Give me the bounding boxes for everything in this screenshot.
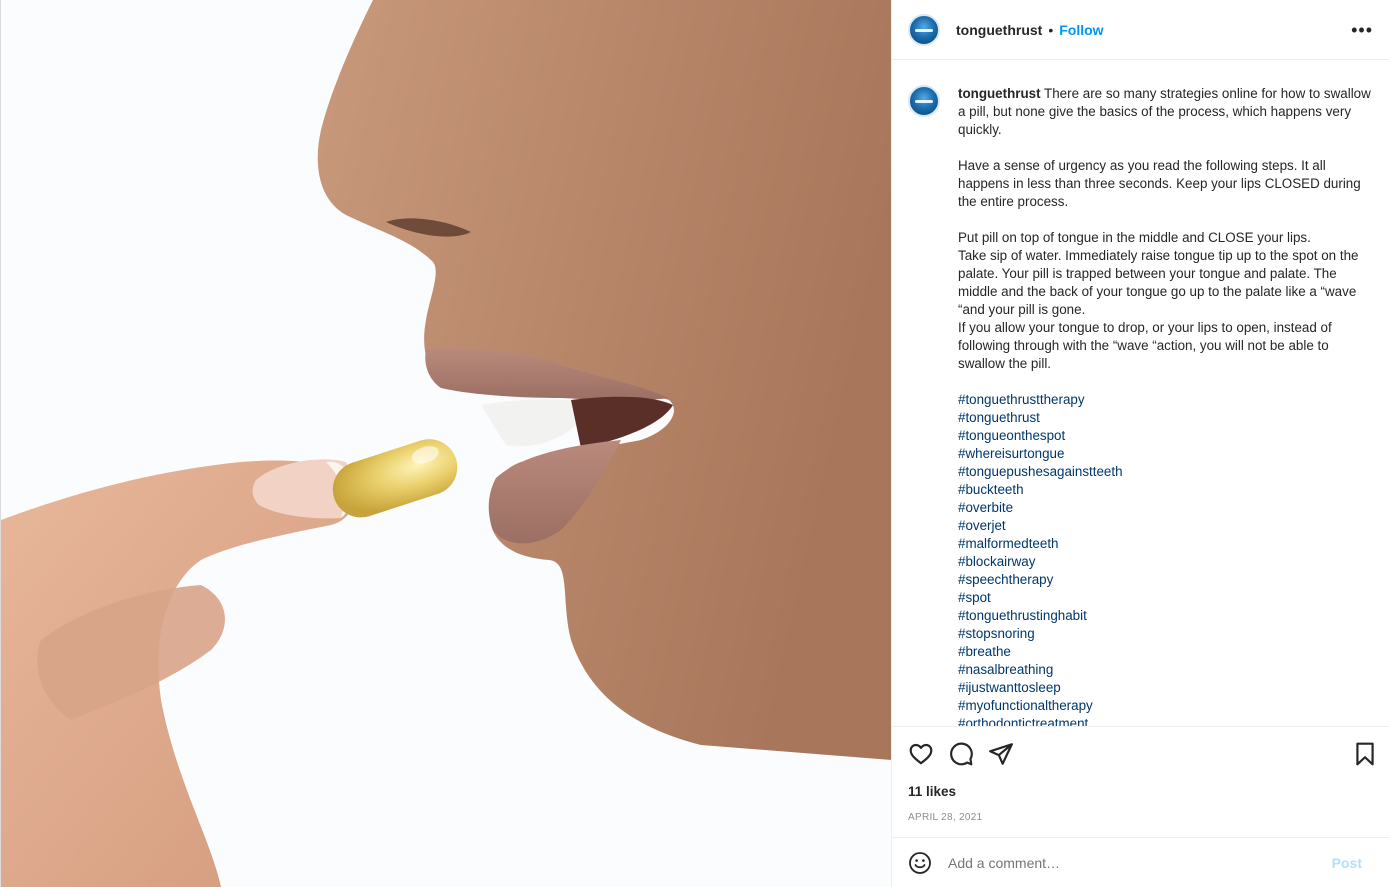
hashtag-link[interactable]: #overjet bbox=[958, 517, 1374, 535]
post-actions: 11 likes APRIL 28, 2021 bbox=[892, 726, 1389, 836]
hashtag-link[interactable]: #myofunctionaltherapy bbox=[958, 697, 1374, 715]
avatar[interactable] bbox=[908, 13, 940, 46]
caption-avatar[interactable] bbox=[908, 85, 940, 117]
hashtag-link[interactable]: #nasalbreathing bbox=[958, 661, 1374, 679]
hashtag-link[interactable]: #tonguepushesagainstteeth bbox=[958, 463, 1374, 481]
paper-plane-icon[interactable] bbox=[988, 741, 1014, 767]
post-date: APRIL 28, 2021 bbox=[908, 812, 983, 823]
hashtag-link[interactable]: #tonguethrustinghabit bbox=[958, 607, 1374, 625]
hashtag-link[interactable]: #tonguethrust bbox=[958, 409, 1374, 427]
hashtag-link[interactable]: #orthodontictreatment bbox=[958, 715, 1374, 726]
username-link[interactable]: tonguethrust bbox=[956, 22, 1042, 38]
caption-row: tonguethrust There are so many strategie… bbox=[908, 85, 1374, 726]
hashtag-link[interactable]: #malformedteeth bbox=[958, 535, 1374, 553]
ellipsis-icon[interactable]: ••• bbox=[1351, 21, 1373, 39]
comment-bar: Post bbox=[892, 837, 1389, 887]
caption-paragraph: Take sip of water. Immediately raise ton… bbox=[958, 248, 1359, 317]
follow-button[interactable]: Follow bbox=[1059, 22, 1103, 38]
comment-input[interactable] bbox=[948, 854, 1332, 871]
hashtag-list: #tonguethrusttherapy #tonguethrust #tong… bbox=[958, 391, 1374, 726]
hashtag-link[interactable]: #tonguethrusttherapy bbox=[958, 391, 1374, 409]
caption-paragraph: Have a sense of urgency as you read the … bbox=[958, 158, 1361, 209]
hashtag-link[interactable]: #speechtherapy bbox=[958, 571, 1374, 589]
comment-bubble-icon[interactable] bbox=[948, 741, 974, 767]
hashtag-link[interactable]: #buckteeth bbox=[958, 481, 1374, 499]
bookmark-icon[interactable] bbox=[1352, 741, 1378, 767]
hashtag-link[interactable]: #spot bbox=[958, 589, 1374, 607]
caption-paragraph: tonguethrust There are so many strategie… bbox=[958, 85, 1374, 139]
action-icons-row bbox=[892, 727, 1389, 781]
hashtag-link[interactable]: #whereisurtongue bbox=[958, 445, 1374, 463]
hashtag-link[interactable]: #tongueonthespot bbox=[958, 427, 1374, 445]
smiley-icon[interactable] bbox=[908, 851, 932, 875]
hashtag-link[interactable]: #ijustwanttosleep bbox=[958, 679, 1374, 697]
caption-paragraph: If you allow your tongue to drop, or you… bbox=[958, 320, 1332, 371]
hashtag-link[interactable]: #breathe bbox=[958, 643, 1374, 661]
caption-username-link[interactable]: tonguethrust bbox=[958, 86, 1041, 101]
hashtag-link[interactable]: #blockairway bbox=[958, 553, 1374, 571]
caption-paragraph: Put pill on top of tongue in the middle … bbox=[958, 230, 1311, 245]
caption-text: tonguethrust There are so many strategie… bbox=[958, 85, 1374, 726]
separator-dot: • bbox=[1048, 21, 1054, 38]
likes-count[interactable]: 11 likes bbox=[892, 784, 1389, 799]
post-photo-illustration bbox=[1, 0, 891, 887]
post-header: tonguethrust • Follow ••• bbox=[892, 0, 1389, 60]
heart-icon[interactable] bbox=[908, 741, 934, 767]
post-details-panel: tonguethrust • Follow ••• tonguethrust T… bbox=[891, 0, 1389, 887]
caption-scroll-area[interactable]: tonguethrust There are so many strategie… bbox=[892, 61, 1389, 726]
hashtag-link[interactable]: #stopsnoring bbox=[958, 625, 1374, 643]
hashtag-link[interactable]: #overbite bbox=[958, 499, 1374, 517]
post-comment-button[interactable]: Post bbox=[1332, 855, 1362, 871]
post-image[interactable] bbox=[0, 0, 891, 887]
